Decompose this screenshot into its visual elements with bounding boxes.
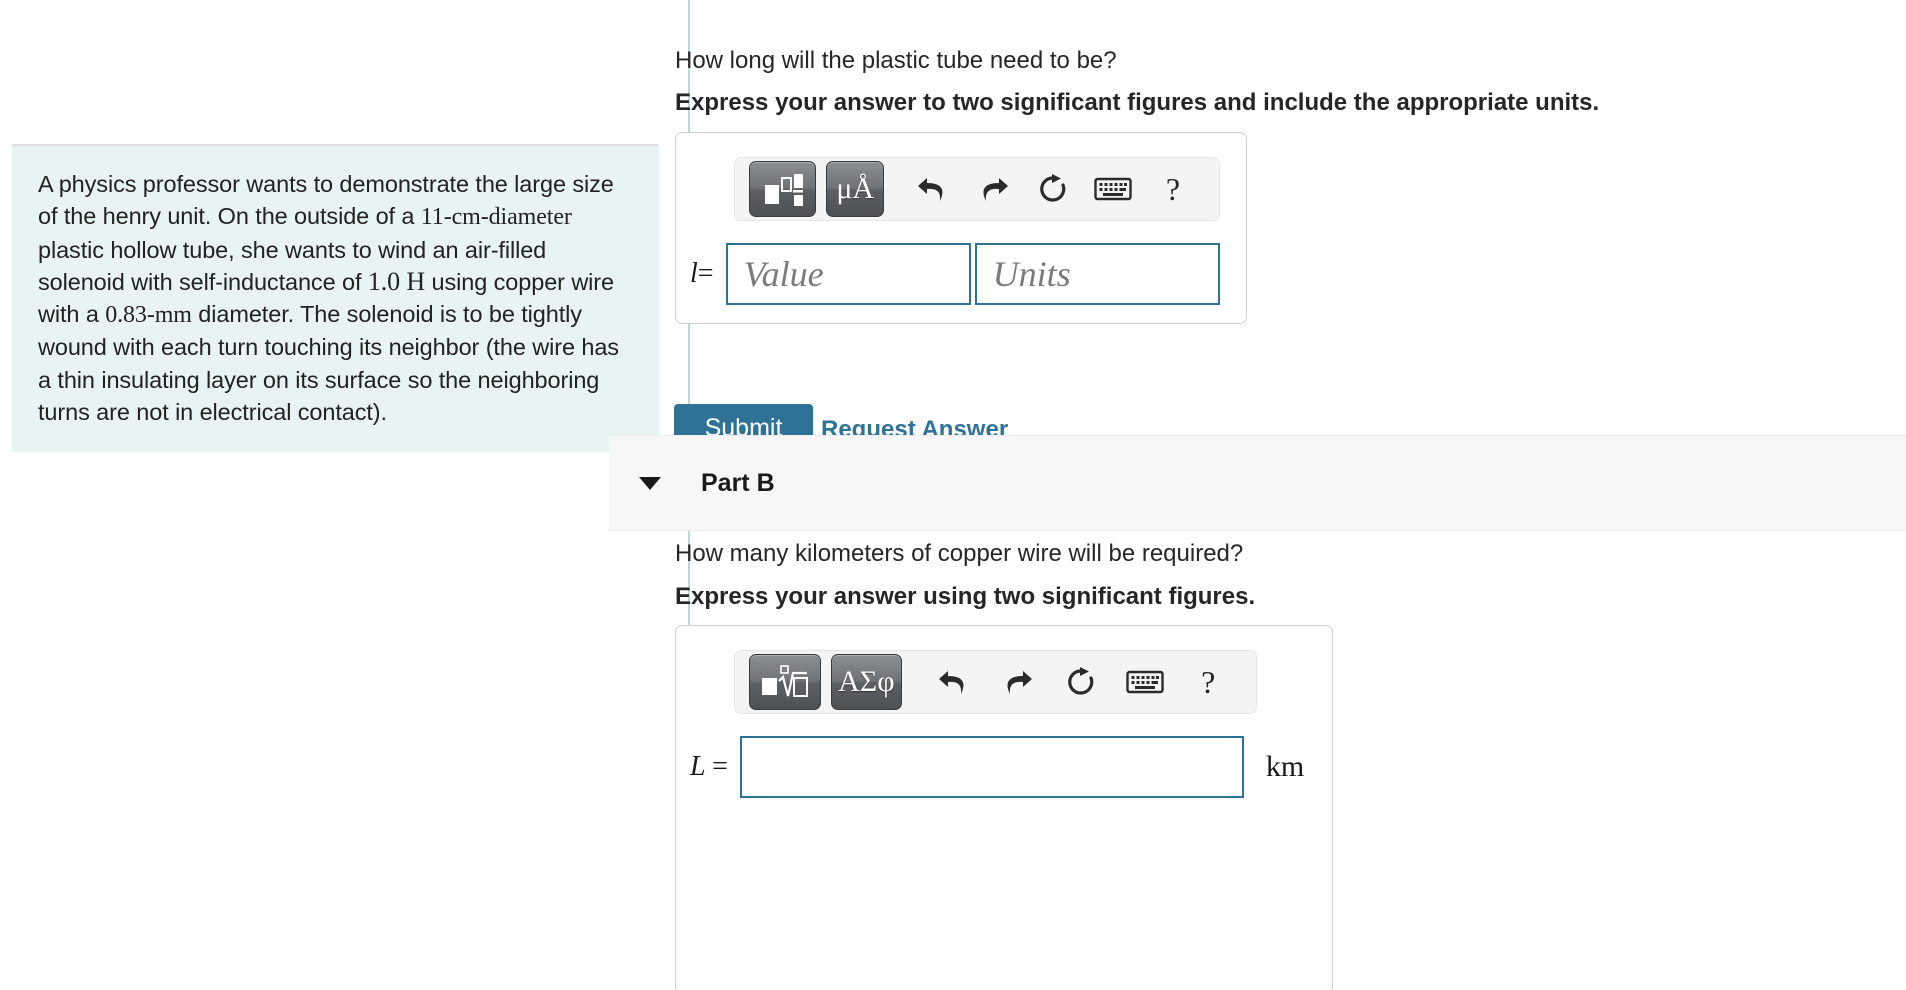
part-a-equals-sign: = [697,258,714,289]
units-button-label: μÅ [836,172,875,205]
part-a-equation-label: l= [690,258,714,290]
right-panel: How long will the plastic tube need to b… [609,0,1906,990]
part-a-value-placeholder: Value [743,254,824,294]
part-a-units-input[interactable]: Units [974,243,1220,305]
help-icon[interactable]: ? [1145,161,1201,217]
reset-icon[interactable] [1051,654,1111,710]
greek-letters-label: ΑΣφ [838,665,895,698]
problem-page: A physics professor wants to demonstrate… [0,0,1906,990]
problem-seg-4: 1.0 H [367,266,426,296]
help-icon[interactable]: ? [1178,654,1238,710]
part-b-variable: L [690,751,706,782]
math-template-button[interactable] [749,161,817,217]
left-panel: A physics professor wants to demonstrate… [0,0,688,990]
part-a-value-input[interactable]: Value [725,243,971,305]
keyboard-icon[interactable] [1085,161,1141,217]
part-b-equals-sign: = [712,751,728,782]
part-b-header[interactable]: Part B [609,435,1906,531]
problem-statement-text: A physics professor wants to demonstrate… [38,168,633,428]
part-a-equation-row: l= Value Units [690,243,1220,305]
problem-seg-6: 0.83-mm [105,302,192,329]
redo-icon[interactable] [965,161,1021,217]
part-a-variable: l [690,258,698,289]
sqrt-template-button[interactable] [749,654,821,710]
keyboard-icon[interactable] [1115,654,1175,710]
undo-icon[interactable] [924,654,984,710]
units-button[interactable]: μÅ [826,161,885,217]
reset-icon[interactable] [1025,161,1081,217]
part-b-equation-row: L = km [690,736,1304,798]
problem-statement-box: A physics professor wants to demonstrate… [12,144,659,453]
undo-icon[interactable] [905,161,961,217]
part-a-instruction: Express your answer to two significant f… [675,89,1600,116]
part-b-answer-panel: ΑΣφ ? L = km [675,625,1333,990]
part-b-question: How many kilometers of copper wire will … [675,540,1244,567]
part-a-units-placeholder: Units [992,254,1071,294]
part-a-answer-panel: μÅ ? l= Value Units [675,132,1247,324]
part-b-unit-suffix: km [1265,750,1305,783]
part-b-toolbar: ΑΣφ ? [734,650,1257,714]
greek-letters-button[interactable]: ΑΣφ [830,654,903,710]
chevron-down-icon[interactable] [639,476,661,490]
part-a-toolbar: μÅ ? [734,157,1220,221]
part-b-instruction: Express your answer using two significan… [675,583,1256,610]
part-b-equation-label: L = [690,751,728,783]
part-a-question: How long will the plastic tube need to b… [675,47,1117,74]
part-b-title: Part B [701,468,775,497]
redo-icon[interactable] [988,654,1048,710]
problem-seg-2: 11-cm-diameter [420,204,572,231]
part-b-value-input[interactable] [739,736,1244,798]
